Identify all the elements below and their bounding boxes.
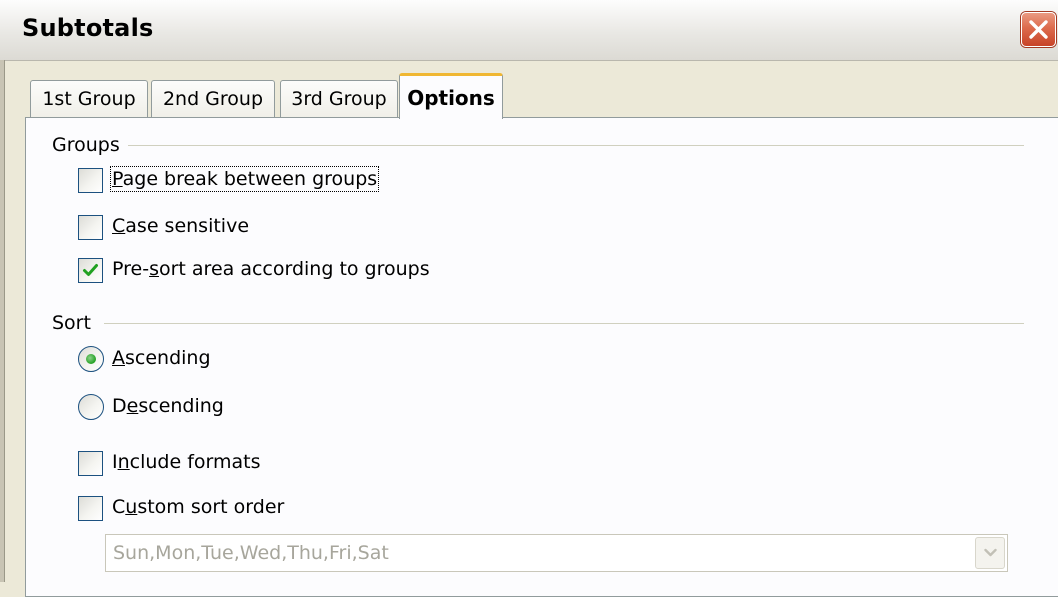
case-sensitive-checkbox[interactable] <box>78 215 103 240</box>
custom-sort-order-label[interactable]: Custom sort order <box>112 496 284 518</box>
include-formats-label[interactable]: Include formats <box>112 451 261 473</box>
dropdown-button[interactable] <box>975 537 1005 569</box>
radio-selected-dot <box>86 354 96 364</box>
groups-divider <box>128 145 1024 146</box>
case-sensitive-label[interactable]: Case sensitive <box>112 215 249 237</box>
include-formats-checkbox[interactable] <box>78 451 103 476</box>
ascending-radio[interactable] <box>78 346 104 372</box>
descending-radio[interactable] <box>78 394 104 420</box>
tab-1st-group[interactable]: 1st Group <box>30 80 148 118</box>
tab-2nd-group[interactable]: 2nd Group <box>151 80 275 118</box>
sort-divider <box>104 323 1024 324</box>
ascending-label[interactable]: Ascending <box>112 347 211 369</box>
chevron-down-icon <box>984 548 997 557</box>
page-break-label[interactable]: Page break between groups <box>109 166 380 192</box>
tab-options[interactable]: Options <box>399 73 503 119</box>
page-break-checkbox[interactable] <box>78 168 103 193</box>
close-icon <box>1029 20 1048 39</box>
window-border <box>0 60 5 582</box>
custom-sort-order-select[interactable]: Sun,Mon,Tue,Wed,Thu,Fri,Sat <box>105 534 1008 572</box>
custom-sort-order-value: Sun,Mon,Tue,Wed,Thu,Fri,Sat <box>113 542 389 564</box>
sort-section-label: Sort <box>52 312 99 334</box>
close-button[interactable] <box>1021 12 1056 47</box>
descending-label[interactable]: Descending <box>112 395 224 417</box>
groups-section-label: Groups <box>52 134 128 156</box>
pre-sort-checkbox[interactable] <box>78 258 103 283</box>
pre-sort-label[interactable]: Pre-sort area according to groups <box>112 258 430 280</box>
custom-sort-order-checkbox[interactable] <box>78 496 103 521</box>
title-bar[interactable]: Subtotals <box>0 0 1058 61</box>
check-mark-icon <box>83 264 98 276</box>
tab-3rd-group[interactable]: 3rd Group <box>280 80 398 118</box>
window-title: Subtotals <box>22 14 154 42</box>
subtotals-dialog: Subtotals 1st Group 2nd Group 3rd Group … <box>0 0 1058 597</box>
